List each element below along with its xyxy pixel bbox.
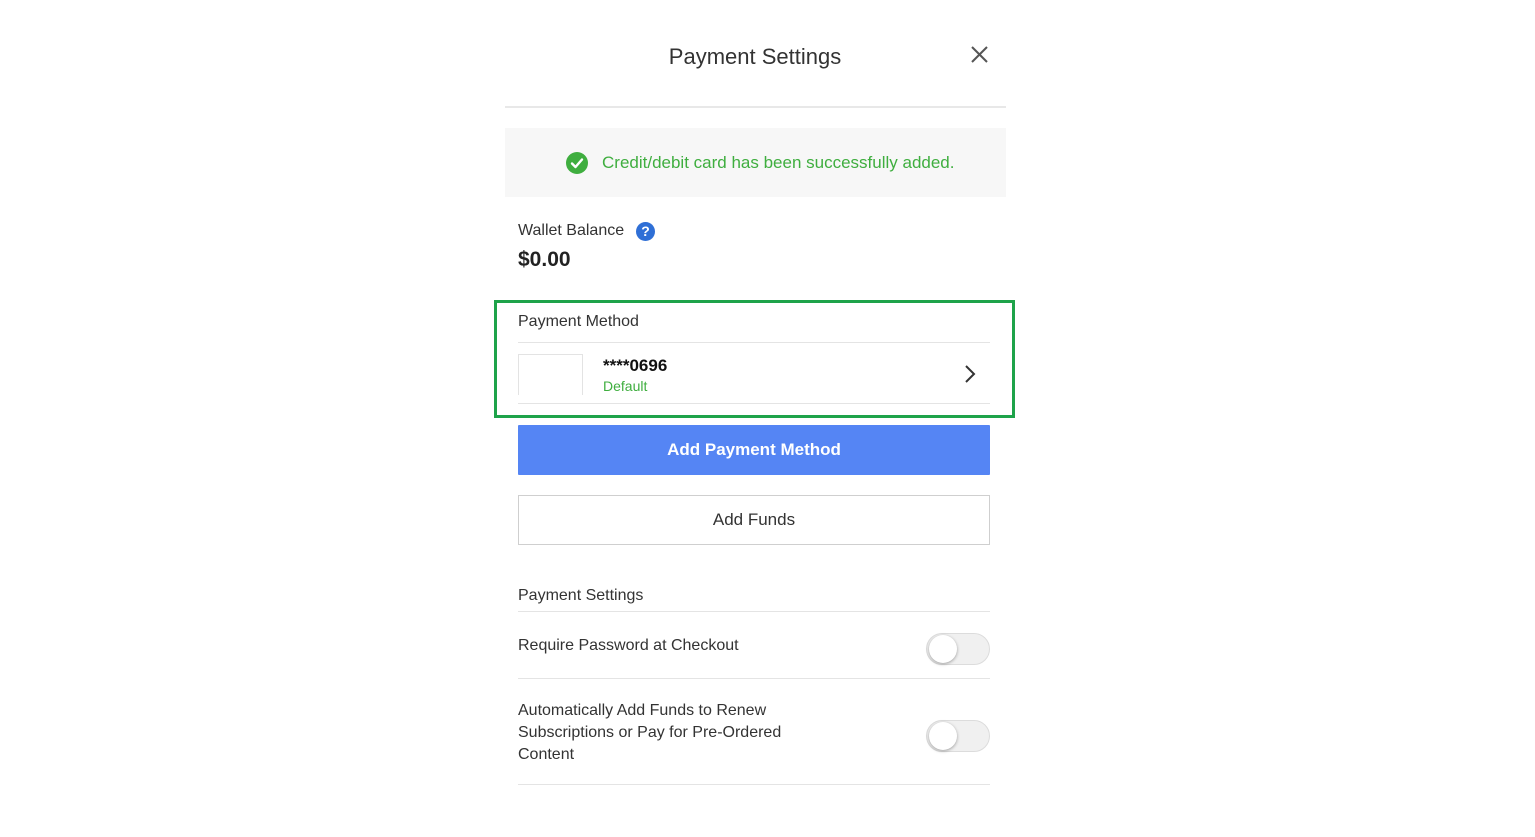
close-button[interactable] (966, 42, 992, 68)
close-icon[interactable] (966, 42, 992, 68)
auto-add-funds-toggle[interactable] (926, 720, 990, 752)
wallet-balance-label: Wallet Balance (518, 222, 625, 239)
payment-settings-section-title: Payment Settings (518, 587, 644, 604)
check-circle-icon (566, 152, 588, 174)
wallet-balance-amount: $0.00 (518, 248, 571, 271)
page-title: Payment Settings (668, 44, 842, 69)
divider (518, 611, 990, 612)
card-number: ****0696 (603, 356, 668, 375)
help-icon[interactable]: ? (636, 222, 655, 241)
toggle-knob (929, 635, 957, 663)
card-default-label: Default (603, 378, 648, 394)
add-funds-button[interactable]: Add Funds (518, 495, 990, 545)
chevron-right-icon (963, 364, 977, 384)
divider (518, 678, 990, 679)
divider (518, 784, 990, 785)
require-password-label: Require Password at Checkout (518, 637, 739, 654)
header-divider (505, 106, 1006, 108)
divider (518, 403, 990, 404)
payment-method-title: Payment Method (518, 313, 639, 330)
success-message: Credit/debit card has been successfully … (602, 153, 955, 172)
add-payment-method-button[interactable]: Add Payment Method (518, 425, 990, 475)
payment-settings-page: Payment Settings Credit/debit card has b… (0, 0, 1535, 837)
svg-text:?: ? (641, 223, 650, 239)
toggle-knob (929, 722, 957, 750)
require-password-toggle[interactable] (926, 633, 990, 665)
card-thumbnail (518, 354, 583, 395)
payment-method-card-row[interactable]: ****0696 Default (518, 344, 990, 404)
auto-add-funds-label: Automatically Add Funds to Renew Subscri… (518, 702, 782, 763)
divider (518, 342, 990, 343)
